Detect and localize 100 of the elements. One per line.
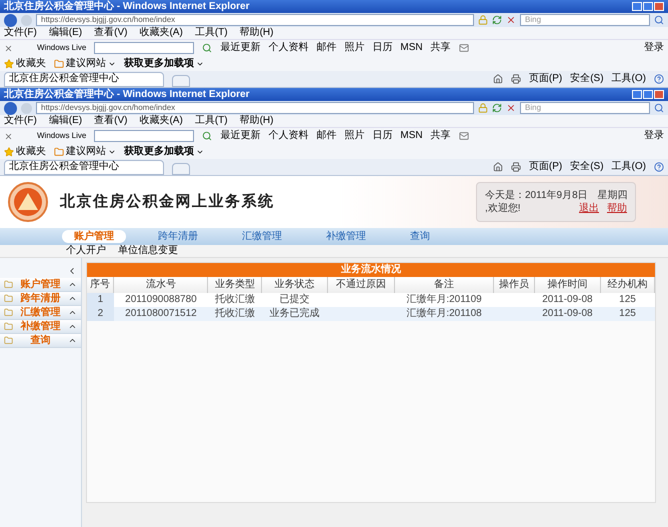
- mail-icon[interactable]: [458, 43, 469, 53]
- maximize-button[interactable]: [643, 2, 653, 11]
- folder-icon: [54, 58, 64, 68]
- safety-menu[interactable]: 安全(S): [570, 161, 604, 173]
- folder-icon: [4, 322, 13, 331]
- nav-tab[interactable]: 跨年清册: [146, 230, 210, 243]
- page-menu[interactable]: 页面(P): [528, 161, 562, 173]
- toolbar-link[interactable]: MSN: [400, 130, 423, 142]
- page-menu[interactable]: 页面(P): [528, 73, 562, 85]
- toolbar-link[interactable]: 共享: [430, 130, 451, 142]
- live-search-field[interactable]: [94, 130, 194, 142]
- menu-item[interactable]: 查看(V): [94, 27, 128, 39]
- table-cell: 2011-09-08: [534, 307, 601, 321]
- window-title: 北京住房公积金管理中心 - Windows Internet Explorer: [4, 0, 250, 13]
- minimize-button[interactable]: [632, 2, 642, 11]
- toolbar-link[interactable]: 最近更新: [220, 42, 260, 54]
- close-button[interactable]: [654, 2, 664, 11]
- address-field[interactable]: https://devsys.bjgjj.gov.cn/home/index: [36, 14, 474, 26]
- search-icon[interactable]: [654, 103, 664, 113]
- menu-item[interactable]: 文件(F): [4, 27, 37, 39]
- column-header: 操作时间: [534, 277, 601, 293]
- menu-item[interactable]: 帮助(H): [240, 115, 274, 127]
- sidebar-label: 账户管理: [20, 278, 62, 290]
- column-header: 不通过原因: [328, 277, 394, 293]
- toolbar-link[interactable]: 日历: [372, 130, 392, 142]
- toolbar-link[interactable]: 个人资料: [268, 42, 308, 54]
- sub-nav-link[interactable]: 单位信息变更: [118, 245, 178, 257]
- sub-nav-link[interactable]: 个人开户: [66, 245, 106, 257]
- welcome-text: ,欢迎您!: [485, 202, 521, 215]
- menu-item[interactable]: 编辑(E): [48, 115, 82, 127]
- help-icon[interactable]: [654, 162, 664, 172]
- toolbar-link[interactable]: 个人资料: [268, 130, 308, 142]
- help-icon[interactable]: [654, 74, 664, 84]
- nav-tab[interactable]: 查询: [398, 230, 442, 243]
- address-field[interactable]: https://devsys.bjgjj.gov.cn/home/index: [36, 102, 474, 114]
- close-icon[interactable]: [4, 132, 13, 140]
- table-cell: 2011080071512: [114, 307, 208, 321]
- mail-icon[interactable]: [458, 131, 469, 141]
- login-link[interactable]: 登录: [644, 42, 664, 54]
- table-cell: 托收汇缴: [208, 293, 262, 307]
- toolbar-link[interactable]: MSN: [400, 42, 423, 54]
- toolbar-link[interactable]: 照片: [344, 42, 364, 54]
- lock-icon: [478, 15, 488, 25]
- menu-item[interactable]: 文件(F): [4, 115, 37, 127]
- menu-item[interactable]: 帮助(H): [240, 27, 274, 39]
- stop-icon[interactable]: [506, 103, 516, 113]
- column-header: 经办机构: [600, 277, 654, 293]
- nav-tab[interactable]: 账户管理: [62, 230, 126, 243]
- live-logo: Windows Live: [37, 42, 86, 54]
- refresh-icon[interactable]: [492, 103, 502, 113]
- safety-menu[interactable]: 安全(S): [570, 73, 604, 85]
- menu-item[interactable]: 查看(V): [94, 115, 128, 127]
- menu-item[interactable]: 编辑(E): [48, 27, 82, 39]
- table-cell: 2011-09-08: [534, 293, 601, 307]
- nav-tab[interactable]: 补缴管理: [314, 230, 378, 243]
- browser-tab[interactable]: 北京住房公积金管理中心: [4, 160, 164, 175]
- toolbar-link[interactable]: 照片: [344, 130, 364, 142]
- toolbar-link[interactable]: 邮件: [316, 42, 336, 54]
- login-link[interactable]: 登录: [644, 130, 664, 142]
- suggested-sites-button[interactable]: 建议网站: [54, 58, 116, 70]
- help-link[interactable]: 帮助: [607, 202, 627, 215]
- menu-item[interactable]: 收藏夹(A): [139, 27, 183, 39]
- stop-icon[interactable]: [506, 15, 516, 25]
- logout-link[interactable]: 退出: [579, 202, 599, 215]
- browser-tab[interactable]: 北京住房公积金管理中心: [4, 72, 164, 87]
- favorites-button[interactable]: 收藏夹: [4, 58, 46, 70]
- search-icon[interactable]: [654, 15, 664, 25]
- search-icon[interactable]: [202, 131, 212, 141]
- toolbar-link[interactable]: 邮件: [316, 130, 336, 142]
- menu-item[interactable]: 工具(T): [194, 115, 228, 127]
- search-icon[interactable]: [202, 43, 212, 53]
- home-icon[interactable]: [492, 162, 503, 172]
- live-search-field[interactable]: [94, 42, 194, 54]
- close-icon[interactable]: [4, 44, 13, 52]
- toolbar-link[interactable]: 最近更新: [220, 130, 260, 142]
- minimize-button[interactable]: [632, 90, 642, 99]
- table-cell: 125: [600, 293, 654, 307]
- addons-button[interactable]: 获取更多加载项: [124, 146, 204, 158]
- toolbar-link[interactable]: 日历: [372, 42, 392, 54]
- close-button[interactable]: [654, 90, 664, 99]
- tools-menu[interactable]: 工具(O): [612, 161, 646, 173]
- printer-icon[interactable]: [510, 74, 521, 84]
- column-header: 流水号: [114, 277, 208, 293]
- back-button[interactable]: [4, 14, 17, 26]
- menu-item[interactable]: 收藏夹(A): [139, 115, 183, 127]
- maximize-button[interactable]: [643, 90, 653, 99]
- home-icon[interactable]: [492, 74, 503, 84]
- refresh-icon[interactable]: [492, 15, 502, 25]
- tools-menu[interactable]: 工具(O): [612, 73, 646, 85]
- sidebar-label: 查询: [30, 334, 52, 346]
- favorites-button[interactable]: 收藏夹: [4, 146, 46, 158]
- back-button[interactable]: [4, 102, 17, 114]
- nav-tab[interactable]: 汇缴管理: [230, 230, 294, 243]
- column-header: 备注: [394, 277, 494, 293]
- printer-icon[interactable]: [510, 162, 521, 172]
- toolbar-link[interactable]: 共享: [430, 42, 451, 54]
- suggested-sites-button[interactable]: 建议网站: [54, 146, 116, 158]
- addons-button[interactable]: 获取更多加载项: [124, 58, 204, 70]
- table-cell: 125: [600, 307, 654, 321]
- menu-item[interactable]: 工具(T): [194, 27, 228, 39]
